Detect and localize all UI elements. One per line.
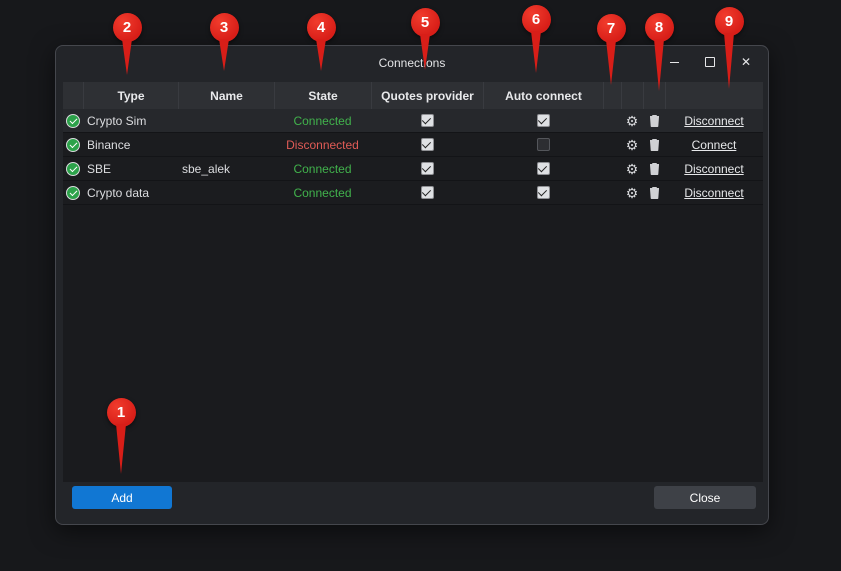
table-row[interactable]: Crypto data Connected ⚙ Disconnect	[63, 181, 763, 205]
connection-name: sbe_alek	[178, 157, 274, 180]
desktop-background: Connections ✕ Type Name State Quotes pro…	[0, 0, 841, 571]
quotes-provider-checkbox[interactable]	[421, 162, 434, 175]
maximize-button[interactable]	[702, 54, 718, 70]
connected-status-icon	[66, 138, 80, 152]
check-icon	[538, 163, 547, 172]
settings-gear-icon[interactable]: ⚙	[626, 138, 639, 152]
trash-icon[interactable]	[649, 186, 660, 199]
quotes-provider-checkbox[interactable]	[421, 114, 434, 127]
settings-gear-icon[interactable]: ⚙	[626, 186, 639, 200]
auto-connect-checkbox[interactable]	[537, 138, 550, 151]
disconnect-link[interactable]: Disconnect	[665, 109, 763, 132]
quotes-provider-checkbox[interactable]	[421, 186, 434, 199]
header-status	[63, 82, 83, 109]
settings-gear-icon[interactable]: ⚙	[626, 114, 639, 128]
minimize-button[interactable]	[666, 54, 682, 70]
connection-name	[178, 181, 274, 204]
close-dialog-button[interactable]: Close	[654, 486, 756, 509]
header-action	[665, 82, 763, 109]
connection-type: Crypto data	[83, 181, 178, 204]
auto-connect-checkbox[interactable]	[537, 114, 550, 127]
add-button[interactable]: Add	[72, 486, 172, 509]
check-icon	[538, 187, 547, 196]
connection-type: SBE	[83, 157, 178, 180]
disconnect-link[interactable]: Disconnect	[665, 157, 763, 180]
check-icon	[422, 187, 431, 196]
trash-icon[interactable]	[649, 114, 660, 127]
maximize-icon	[705, 57, 715, 67]
connected-status-icon	[66, 162, 80, 176]
connection-name	[178, 133, 274, 156]
check-icon	[422, 115, 431, 124]
check-icon	[422, 163, 431, 172]
annotation-number: 4	[307, 13, 336, 42]
connections-dialog: Connections ✕ Type Name State Quotes pro…	[55, 45, 769, 525]
trash-icon[interactable]	[649, 138, 660, 151]
auto-connect-checkbox[interactable]	[537, 162, 550, 175]
minimize-icon	[670, 62, 679, 63]
check-icon	[538, 115, 547, 124]
table-header-row: Type Name State Quotes provider Auto con…	[63, 82, 763, 109]
close-button[interactable]: ✕	[738, 54, 754, 70]
connected-status-icon	[66, 114, 80, 128]
header-delete	[643, 82, 665, 109]
connection-name	[178, 109, 274, 132]
table-row[interactable]: Binance Disconnected ⚙ Connect	[63, 133, 763, 157]
connect-link[interactable]: Connect	[665, 133, 763, 156]
window-controls: ✕	[666, 54, 754, 70]
connections-table: Type Name State Quotes provider Auto con…	[63, 82, 763, 482]
connection-type: Binance	[83, 133, 178, 156]
annotation-number: 5	[411, 8, 440, 37]
check-icon	[422, 139, 431, 148]
auto-connect-checkbox[interactable]	[537, 186, 550, 199]
disconnect-link[interactable]: Disconnect	[665, 181, 763, 204]
header-state: State	[274, 82, 371, 109]
connection-state: Connected	[274, 181, 371, 204]
annotation-number: 6	[522, 5, 551, 34]
annotation-number: 9	[715, 7, 744, 36]
trash-icon[interactable]	[649, 162, 660, 175]
connection-state: Disconnected	[274, 133, 371, 156]
dialog-title: Connections	[379, 56, 446, 70]
connection-state: Connected	[274, 109, 371, 132]
header-spacer	[603, 82, 621, 109]
quotes-provider-checkbox[interactable]	[421, 138, 434, 151]
table-row[interactable]: SBE sbe_alek Connected ⚙ Disconnect	[63, 157, 763, 181]
annotation-number: 7	[597, 14, 626, 43]
header-type: Type	[83, 82, 178, 109]
connection-type: Crypto Sim	[83, 109, 178, 132]
header-auto-connect: Auto connect	[483, 82, 603, 109]
annotation-number: 2	[113, 13, 142, 42]
header-settings	[621, 82, 643, 109]
table-row[interactable]: Crypto Sim Connected ⚙ Disconnect	[63, 109, 763, 133]
dialog-titlebar[interactable]: Connections ✕	[56, 46, 768, 80]
header-name: Name	[178, 82, 274, 109]
connection-state: Connected	[274, 157, 371, 180]
annotation-number: 3	[210, 13, 239, 42]
settings-gear-icon[interactable]: ⚙	[626, 162, 639, 176]
annotation-number: 8	[645, 13, 674, 42]
connected-status-icon	[66, 186, 80, 200]
header-quotes-provider: Quotes provider	[371, 82, 483, 109]
